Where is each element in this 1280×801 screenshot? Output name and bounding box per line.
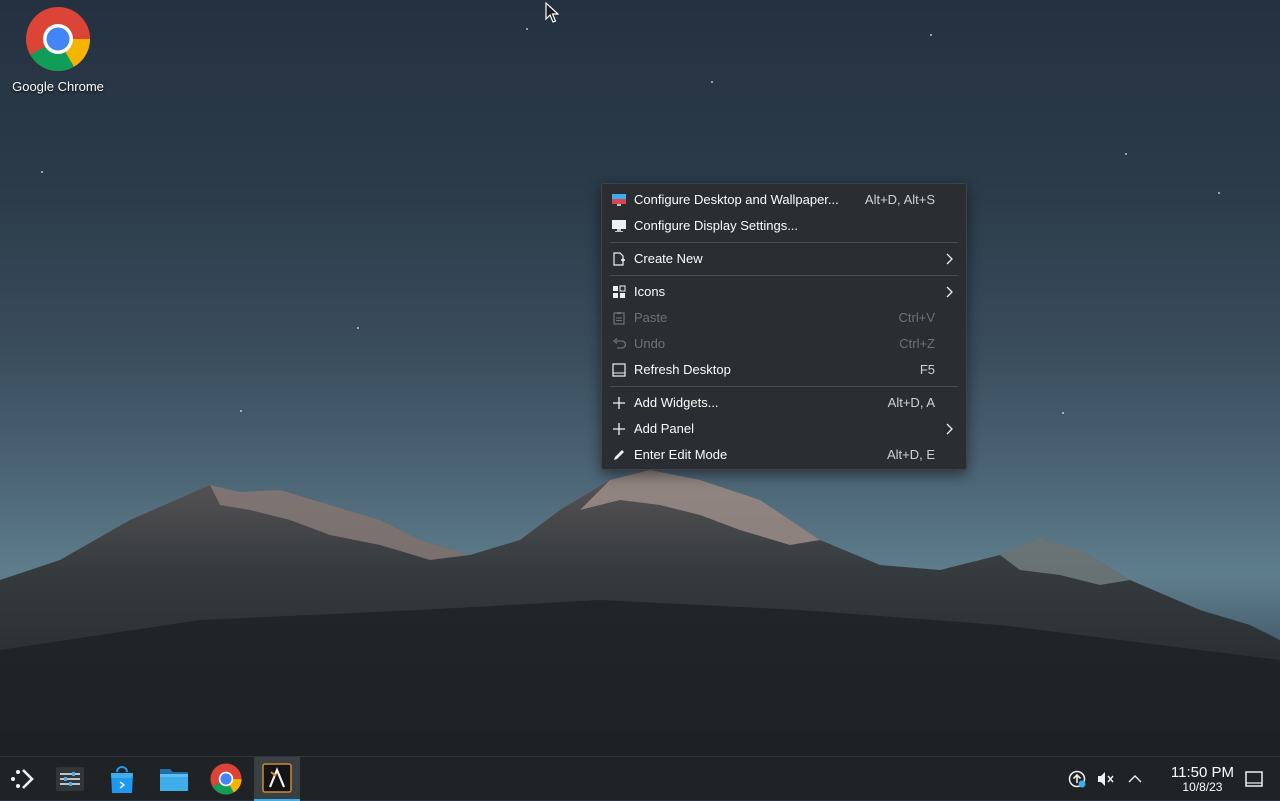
chrome-icon	[210, 763, 242, 795]
desktop-context-menu: Configure Desktop and Wallpaper... Alt+D…	[601, 183, 967, 470]
pencil-icon	[614, 450, 624, 460]
terminal-app-icon	[262, 763, 292, 793]
task-google-chrome[interactable]	[202, 757, 250, 801]
menu-item-refresh-desktop[interactable]: Refresh Desktop F5	[602, 357, 966, 383]
grid-icon	[613, 285, 626, 298]
application-launcher-button[interactable]	[0, 757, 44, 801]
menu-item-label: Enter Edit Mode	[634, 447, 728, 462]
desktop-icon-label: Google Chrome	[12, 79, 104, 94]
task-terminal-active[interactable]	[254, 757, 300, 801]
file-manager-icon	[160, 769, 188, 791]
plus-icon	[613, 397, 625, 409]
chevron-right-icon	[946, 286, 953, 298]
menu-item-label: Configure Display Settings...	[634, 218, 799, 233]
desktop-icon-google-chrome[interactable]: Google Chrome	[6, 6, 110, 94]
show-hidden-icon	[1128, 775, 1142, 783]
menu-item-paste[interactable]: Paste Ctrl+V	[602, 305, 966, 331]
new-document-icon	[613, 252, 625, 266]
menu-item-shortcut: F5	[919, 362, 935, 377]
task-discover[interactable]	[98, 757, 146, 801]
menu-item-create-new[interactable]: Create New	[602, 246, 966, 272]
volume-muted-icon	[1098, 772, 1114, 786]
plus-icon	[613, 423, 625, 435]
menu-item-label: Configure Desktop and Wallpaper...	[634, 192, 839, 207]
menu-item-label: Undo	[634, 336, 666, 351]
menu-item-shortcut: Alt+D, A	[887, 395, 935, 410]
taskbar-panel: 11:50 PM 10/8/23	[0, 756, 1280, 801]
display-icon	[612, 220, 626, 232]
tray-updates[interactable]	[1066, 757, 1088, 801]
menu-item-configure-desktop[interactable]: Configure Desktop and Wallpaper... Alt+D…	[602, 187, 966, 213]
menu-item-icons[interactable]: Icons	[602, 279, 966, 305]
tray-volume[interactable]	[1094, 757, 1118, 801]
menu-item-shortcut: Alt+D, Alt+S	[864, 192, 935, 207]
menu-item-configure-display[interactable]: Configure Display Settings...	[602, 213, 966, 239]
clock-time: 11:50 PM	[1170, 764, 1234, 781]
menu-item-shortcut: Ctrl+Z	[899, 336, 935, 351]
show-desktop-icon	[1245, 771, 1263, 787]
undo-icon	[612, 338, 626, 349]
menu-separator	[610, 386, 958, 387]
menu-item-label: Add Widgets...	[634, 395, 719, 410]
menu-item-label: Icons	[634, 284, 666, 299]
menu-item-label: Create New	[634, 251, 703, 266]
application-launcher-icon	[11, 769, 34, 789]
menu-item-shortcut: Ctrl+V	[898, 310, 935, 325]
menu-item-undo[interactable]: Undo Ctrl+Z	[602, 331, 966, 357]
wallpaper-icon	[612, 194, 626, 206]
clock-date: 10/8/23	[1182, 780, 1223, 794]
menu-separator	[610, 242, 958, 243]
task-system-settings[interactable]	[46, 757, 94, 801]
chevron-right-icon	[946, 423, 953, 435]
menu-item-add-widgets[interactable]: Add Widgets... Alt+D, A	[602, 390, 966, 416]
menu-item-enter-edit-mode[interactable]: Enter Edit Mode Alt+D, E	[602, 442, 966, 468]
updates-icon	[1068, 770, 1086, 788]
menu-separator	[610, 275, 958, 276]
show-desktop-button[interactable]	[1240, 757, 1268, 801]
chevron-right-icon	[946, 253, 953, 265]
menu-item-label: Refresh Desktop	[634, 362, 731, 377]
menu-item-shortcut: Alt+D, E	[886, 447, 935, 462]
menu-item-label: Add Panel	[634, 421, 694, 436]
system-settings-icon	[56, 767, 84, 791]
refresh-desktop-icon	[612, 363, 626, 377]
tray-show-hidden[interactable]	[1124, 757, 1146, 801]
digital-clock[interactable]: 11:50 PM 10/8/23	[1171, 765, 1234, 793]
menu-item-add-panel[interactable]: Add Panel	[602, 416, 966, 442]
menu-item-label: Paste	[634, 310, 668, 325]
task-file-manager[interactable]	[150, 757, 198, 801]
paste-icon	[613, 312, 625, 325]
chrome-icon	[26, 7, 90, 71]
discover-store-icon	[111, 766, 133, 793]
mouse-cursor-icon	[545, 2, 559, 23]
